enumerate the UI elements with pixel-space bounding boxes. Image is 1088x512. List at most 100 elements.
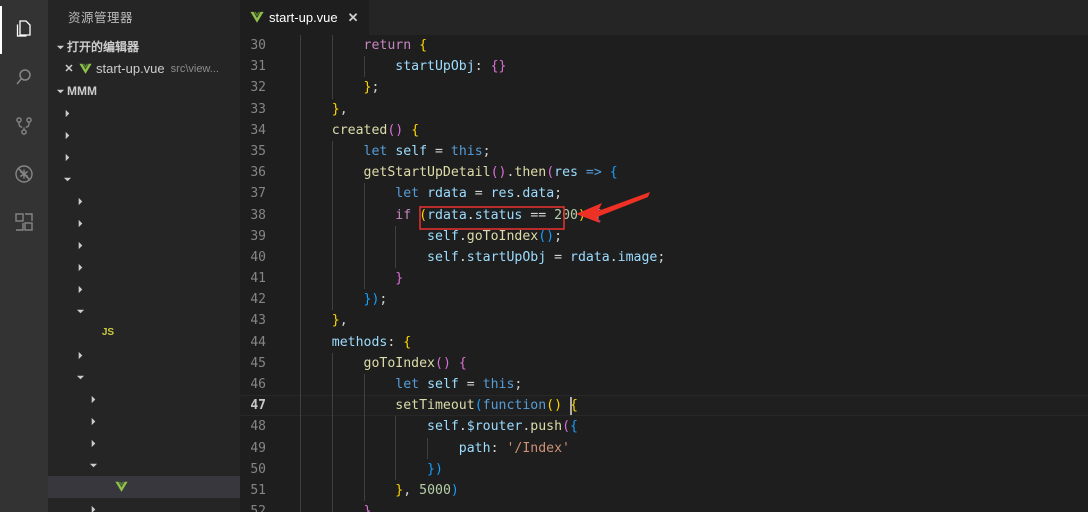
line-number: 40 xyxy=(250,249,266,265)
activity-item-explorer[interactable] xyxy=(0,6,48,54)
code-token: = xyxy=(427,143,451,159)
code-line[interactable]: 40 self.startUpObj = rdata.image; xyxy=(240,246,1088,269)
code-editor[interactable]: 30 return {31 startUpObj: {} 32 }; 33 }, 34… xyxy=(240,35,1088,512)
tree-item-chioce-travel-bg[interactable] xyxy=(48,410,240,432)
js-icon: JS xyxy=(101,327,115,338)
code-line[interactable]: 34 created() { xyxy=(240,119,1088,141)
code-token: ( xyxy=(474,398,483,414)
indent-guide xyxy=(300,98,301,120)
code-token: == xyxy=(522,207,555,223)
indent-guide xyxy=(331,289,333,311)
tree-item-view[interactable] xyxy=(48,366,240,388)
code-line[interactable]: 45 goToIndex() { xyxy=(240,352,1088,374)
tree-item-base[interactable] xyxy=(48,234,240,256)
code-line[interactable]: 47 setTimeout(function() { xyxy=(240,395,1088,417)
code-text: startUpObj: {} xyxy=(286,56,506,78)
code-text: if (rdata.status == 200) { xyxy=(286,204,602,226)
code-text: setTimeout(function() { xyxy=(286,395,578,417)
code-line[interactable]: 41 } xyxy=(240,268,1088,290)
line-number: 41 xyxy=(250,271,266,287)
code-text: created() { xyxy=(286,119,419,141)
code-token: if xyxy=(395,207,412,223)
code-token: 5000 xyxy=(419,482,451,498)
code-line[interactable]: 50 }) xyxy=(240,458,1088,480)
source-control-icon xyxy=(12,114,36,138)
tree-item-build[interactable] xyxy=(48,102,240,124)
tree-item-src[interactable] xyxy=(48,168,240,190)
chevron-right-icon xyxy=(87,395,100,404)
open-editors-header[interactable]: 打开的编辑器 xyxy=(48,36,240,58)
tree-item-index[interactable] xyxy=(48,432,240,454)
code-text: } xyxy=(286,501,371,512)
tree-item-travel-info[interactable] xyxy=(48,498,240,512)
code-token: , xyxy=(403,482,420,498)
code-line[interactable]: 52 } xyxy=(240,501,1088,512)
code-token: . xyxy=(466,207,475,223)
line-number: 36 xyxy=(250,165,266,181)
line-number: 37 xyxy=(250,186,266,202)
code-line[interactable]: 49 path: '/Index' xyxy=(240,437,1088,459)
code-line[interactable]: 42 }); xyxy=(240,289,1088,311)
code-line[interactable]: 38 if (rdata.status == 200) { xyxy=(240,204,1088,226)
tree-item-common[interactable] xyxy=(48,256,240,278)
activity-item-run-debug[interactable] xyxy=(0,150,48,198)
activity-item-search[interactable] xyxy=(0,54,48,102)
code-token: } xyxy=(331,313,340,329)
chevron-right-icon xyxy=(87,505,100,512)
code-token: created xyxy=(331,122,388,138)
indent-guide xyxy=(363,56,365,78)
code-line[interactable]: 32 }; xyxy=(240,77,1088,99)
code-line[interactable]: 51 }, 5000) xyxy=(240,479,1088,502)
indent-guide xyxy=(395,246,397,269)
code-token: res xyxy=(490,186,515,202)
tab-start-up-vue[interactable]: start-up.vue ✕ xyxy=(240,0,370,35)
code-line[interactable]: 30 return { xyxy=(240,35,1088,57)
activity-item-source-control[interactable] xyxy=(0,102,48,150)
code-token: ; xyxy=(482,143,491,159)
code-line[interactable]: 31 startUpObj: {} xyxy=(240,56,1088,78)
code-line[interactable]: 48 self.$router.push({ xyxy=(240,416,1088,438)
tree-item-api[interactable] xyxy=(48,190,240,212)
code-line[interactable]: 46 let self = this; xyxy=(240,374,1088,396)
tree-item-add-travel-info[interactable] xyxy=(48,388,240,410)
tree-item-config[interactable] xyxy=(48,124,240,146)
code-token: path xyxy=(458,440,491,456)
code-line[interactable]: 36 getStartUpDetail().then(res => { xyxy=(240,162,1088,184)
code-text: let rdata = res.data; xyxy=(286,183,562,205)
tree-item-index-js[interactable]: JS xyxy=(48,322,240,344)
close-icon[interactable]: ✕ xyxy=(61,58,77,80)
code-token: startUpObj xyxy=(466,249,547,265)
code-token: ; xyxy=(554,228,563,244)
tree-item-start-up-vue[interactable] xyxy=(48,476,240,498)
code-text: self.startUpObj = rdata.image; xyxy=(286,246,665,269)
tree-item-start-up[interactable] xyxy=(48,454,240,476)
close-icon[interactable]: ✕ xyxy=(348,11,359,24)
workspace-header[interactable]: MMM xyxy=(48,80,240,102)
indent-guide xyxy=(331,140,333,163)
indent-guide xyxy=(331,501,333,512)
code-line[interactable]: 35 let self = this; xyxy=(240,140,1088,163)
tree-item-store[interactable] xyxy=(48,344,240,366)
open-editor-item[interactable]: ✕ start-up.vue src\view... xyxy=(48,58,240,80)
code-token: let xyxy=(395,186,420,202)
tree-item-assets[interactable] xyxy=(48,212,240,234)
vscode-window: 资源管理器 打开的编辑器 ✕ start-up.vue src\view... xyxy=(0,0,1088,512)
indent-guide xyxy=(395,458,397,480)
code-line[interactable]: 37 let rdata = res.data; xyxy=(240,183,1088,205)
code-token: : xyxy=(490,440,507,456)
code-line[interactable]: 44 methods: { xyxy=(240,331,1088,353)
code-line[interactable]: 33 }, xyxy=(240,98,1088,120)
tree-item-node-modules[interactable] xyxy=(48,146,240,168)
line-number: 50 xyxy=(250,461,266,477)
tree-item-components[interactable] xyxy=(48,278,240,300)
code-token: . xyxy=(458,249,467,265)
tree-item-router[interactable] xyxy=(48,300,240,322)
activity-item-extensions[interactable] xyxy=(0,198,48,246)
code-line[interactable]: 39 self.goToIndex(); xyxy=(240,225,1088,247)
indent-guide xyxy=(331,162,333,184)
code-line[interactable]: 43 }, xyxy=(240,310,1088,332)
